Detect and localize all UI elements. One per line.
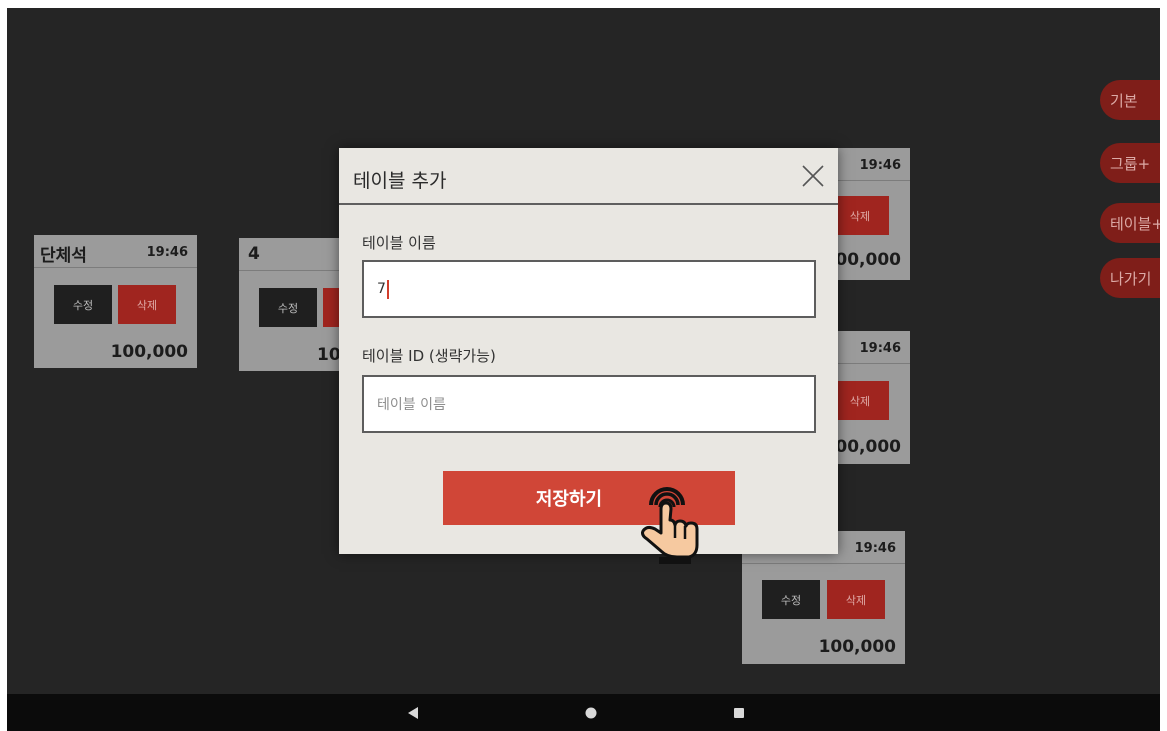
table-add-button[interactable]: 테이블+ <box>1100 203 1160 243</box>
tap-hand-icon <box>641 487 699 564</box>
table-card[interactable]: 단체석 19:46 수정 삭제 100,000 <box>34 235 197 368</box>
table-time: 19:46 <box>859 158 901 173</box>
delete-button[interactable]: 삭제 <box>118 285 176 324</box>
edit-button[interactable]: 수정 <box>762 580 820 619</box>
dialog-title: 테이블 추가 <box>353 170 447 192</box>
exit-button[interactable]: 나가기 <box>1100 258 1160 298</box>
table-price: 100,000 <box>110 342 188 362</box>
close-icon <box>802 165 824 187</box>
id-placeholder: 테이블 이름 <box>377 397 446 413</box>
delete-button[interactable]: 삭제 <box>831 196 889 235</box>
name-value: 7 <box>377 281 386 297</box>
table-name: 4 <box>248 244 260 264</box>
table-time: 19:46 <box>146 245 188 260</box>
home-circle-icon <box>585 707 597 718</box>
id-input[interactable]: 테이블 이름 <box>362 375 816 433</box>
edit-button[interactable]: 수정 <box>259 288 317 327</box>
delete-button[interactable]: 삭제 <box>827 580 885 619</box>
back-triangle-icon <box>408 706 418 719</box>
nav-recents-button[interactable] <box>729 694 749 731</box>
system-navigation-bar <box>7 694 1160 731</box>
group-add-button[interactable]: 그룹+ <box>1100 143 1160 183</box>
text-caret <box>386 279 389 299</box>
delete-button[interactable]: 삭제 <box>831 381 889 420</box>
nav-back-button[interactable] <box>403 694 423 731</box>
dialog-divider <box>339 203 838 205</box>
table-time: 19:46 <box>859 341 901 356</box>
table-price: 00,000 <box>835 437 901 457</box>
table-price: 10 <box>317 345 341 365</box>
name-label: 테이블 이름 <box>362 234 436 252</box>
nav-home-button[interactable] <box>581 694 601 731</box>
name-input[interactable]: 7 <box>362 260 816 318</box>
close-button[interactable] <box>799 162 827 190</box>
table-price: 100,000 <box>818 637 896 657</box>
table-time: 19:46 <box>854 541 896 556</box>
recents-square-icon <box>734 707 744 718</box>
table-name: 단체석 <box>40 246 87 266</box>
table-price: 00,000 <box>835 250 901 270</box>
card-divider <box>34 267 197 268</box>
id-label: 테이블 ID (생략가능) <box>362 347 496 365</box>
edit-button[interactable]: 수정 <box>54 285 112 324</box>
basic-button[interactable]: 기본 <box>1100 80 1160 120</box>
save-label: 저장하기 <box>535 489 603 510</box>
add-table-dialog: 테이블 추가 테이블 이름 7 테이블 ID (생략가능) 테이블 이름 저장하… <box>339 148 838 554</box>
card-divider <box>742 563 905 564</box>
